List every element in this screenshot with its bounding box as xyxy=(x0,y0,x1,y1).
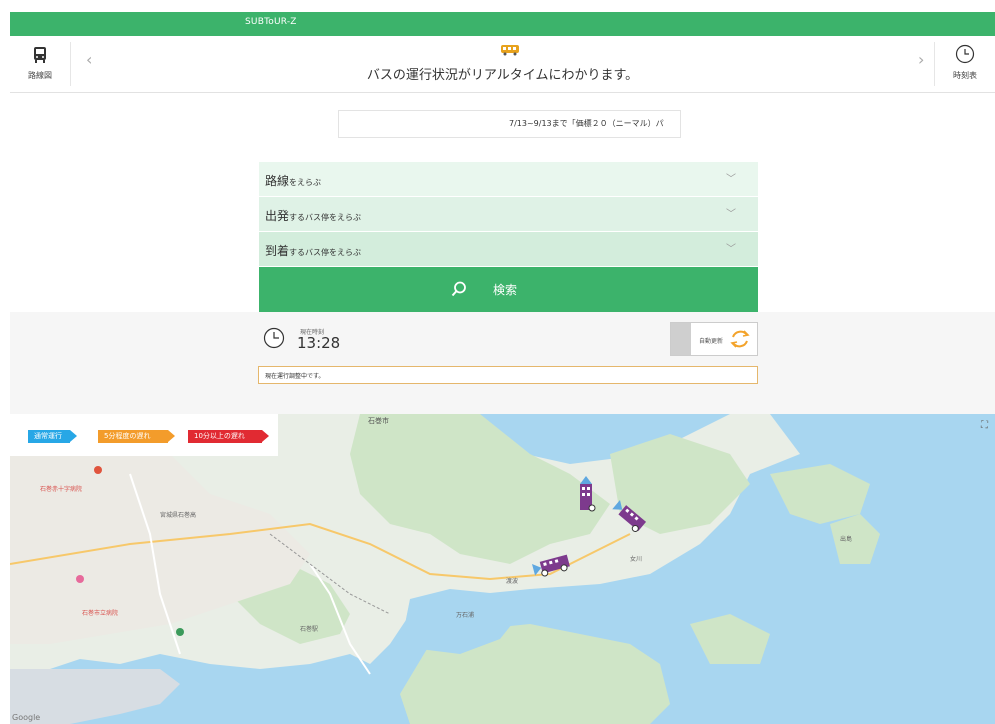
clock-icon xyxy=(955,44,975,64)
map-marker-green xyxy=(176,628,184,636)
map-label-mangokuura: 万石浦 xyxy=(456,612,475,619)
legend-delay-5: 5分程度の遅れ xyxy=(98,430,175,443)
map-label-school: 宮城県石巻高 xyxy=(160,512,197,519)
status-message: 現在運行調整中です。 xyxy=(258,366,758,384)
page-title: バスの運行状況がリアルタイムにわかります。 xyxy=(366,68,639,83)
legend-delay-10: 10分以上の遅れ xyxy=(188,430,269,443)
legend-normal: 通常運行 xyxy=(28,430,77,443)
search-label: 検索 xyxy=(493,283,518,297)
departure-selector-strong: 出発 xyxy=(265,209,290,223)
current-time-value: 13:28 xyxy=(297,334,341,352)
legend-delay-10-label: 10分以上の遅れ xyxy=(194,432,245,440)
chevron-down-icon: ﹀ xyxy=(726,209,736,220)
map-label-ishinomaki-city: 石巻市 xyxy=(368,417,389,425)
bus-front-icon xyxy=(34,47,46,63)
map-marker-red xyxy=(94,466,102,474)
map-island xyxy=(830,514,880,564)
arrival-selector-strong: 到着 xyxy=(265,244,290,258)
toggle-knob xyxy=(671,323,691,355)
map-marker-pink xyxy=(76,575,84,583)
map-label-onagawa: 女川 xyxy=(630,556,643,563)
app-brand: SUBToUR-Z xyxy=(245,17,297,27)
delay-legend: 通常運行 5分程度の遅れ 10分以上の遅れ xyxy=(10,414,278,456)
search-button[interactable]: 検索 xyxy=(259,267,758,323)
refresh-icon[interactable] xyxy=(729,328,751,350)
map-island-2 xyxy=(690,614,770,664)
departure-selector[interactable]: 出発するバス停をえらぶ ﹀ xyxy=(259,197,758,231)
google-logo: Google xyxy=(12,713,41,722)
auto-update-label: 自動更新 xyxy=(699,338,724,345)
chevron-right-icon[interactable]: › xyxy=(918,50,924,69)
auto-update-toggle[interactable]: 自動更新 xyxy=(670,322,758,356)
departure-selector-rest: するバス停をえらぶ xyxy=(289,213,362,222)
legend-delay-5-label: 5分程度の遅れ xyxy=(104,432,151,440)
notice-text: 7/13~9/13まで「価標２０（ニーマル）パ xyxy=(509,119,664,128)
app-topbar: SUBToUR-Z xyxy=(10,12,995,36)
clock-icon xyxy=(263,327,285,349)
timetable-label: 時刻表 xyxy=(953,71,977,80)
chevron-down-icon: ﹀ xyxy=(726,174,736,185)
page-header: 路線図 ‹ バスの運行状況がリアルタイムにわかります。 › 時刻表 xyxy=(10,36,995,93)
route-selector-strong: 路線 xyxy=(265,174,290,188)
map-label-oshika: 出島 xyxy=(840,536,853,543)
route-selector[interactable]: 路線をえらぶ ﹀ xyxy=(259,162,758,196)
timetable-button[interactable]: 時刻表 xyxy=(934,42,995,86)
arrival-selector-rest: するバス停をえらぶ xyxy=(289,248,362,257)
legend-normal-label: 通常運行 xyxy=(34,432,62,440)
notice-ticker[interactable]: 7/13~9/13まで「価標２０（ニーマル）パ xyxy=(338,110,681,138)
map-label-station: 石巻駅 xyxy=(300,626,319,633)
status-panel: 現在時刻 13:28 自動更新 現在運行調整中です。 xyxy=(10,312,995,414)
map-label-hospital: 石巻赤十字病院 xyxy=(40,486,83,493)
map-label-watanoha: 渡波 xyxy=(506,578,519,585)
status-message-text: 現在運行調整中です。 xyxy=(265,373,325,380)
map-land-east xyxy=(770,464,870,524)
map-canvas[interactable] xyxy=(10,414,995,724)
search-icon xyxy=(451,281,466,297)
chevron-down-icon: ﹀ xyxy=(726,244,736,255)
fullscreen-icon[interactable]: ⛶ xyxy=(981,420,993,432)
map-label-hospital2: 石巻市立病院 xyxy=(82,610,119,617)
bus-icon xyxy=(501,45,519,56)
route-selector-rest: をえらぶ xyxy=(289,178,322,187)
arrival-selector[interactable]: 到着するバス停をえらぶ ﹀ xyxy=(259,232,758,266)
bus-map[interactable]: 石巻市 石巻赤十字病院 宮城県石巻高 渡波 万石浦 石巻市立病院 石巻駅 女川 … xyxy=(10,414,995,724)
